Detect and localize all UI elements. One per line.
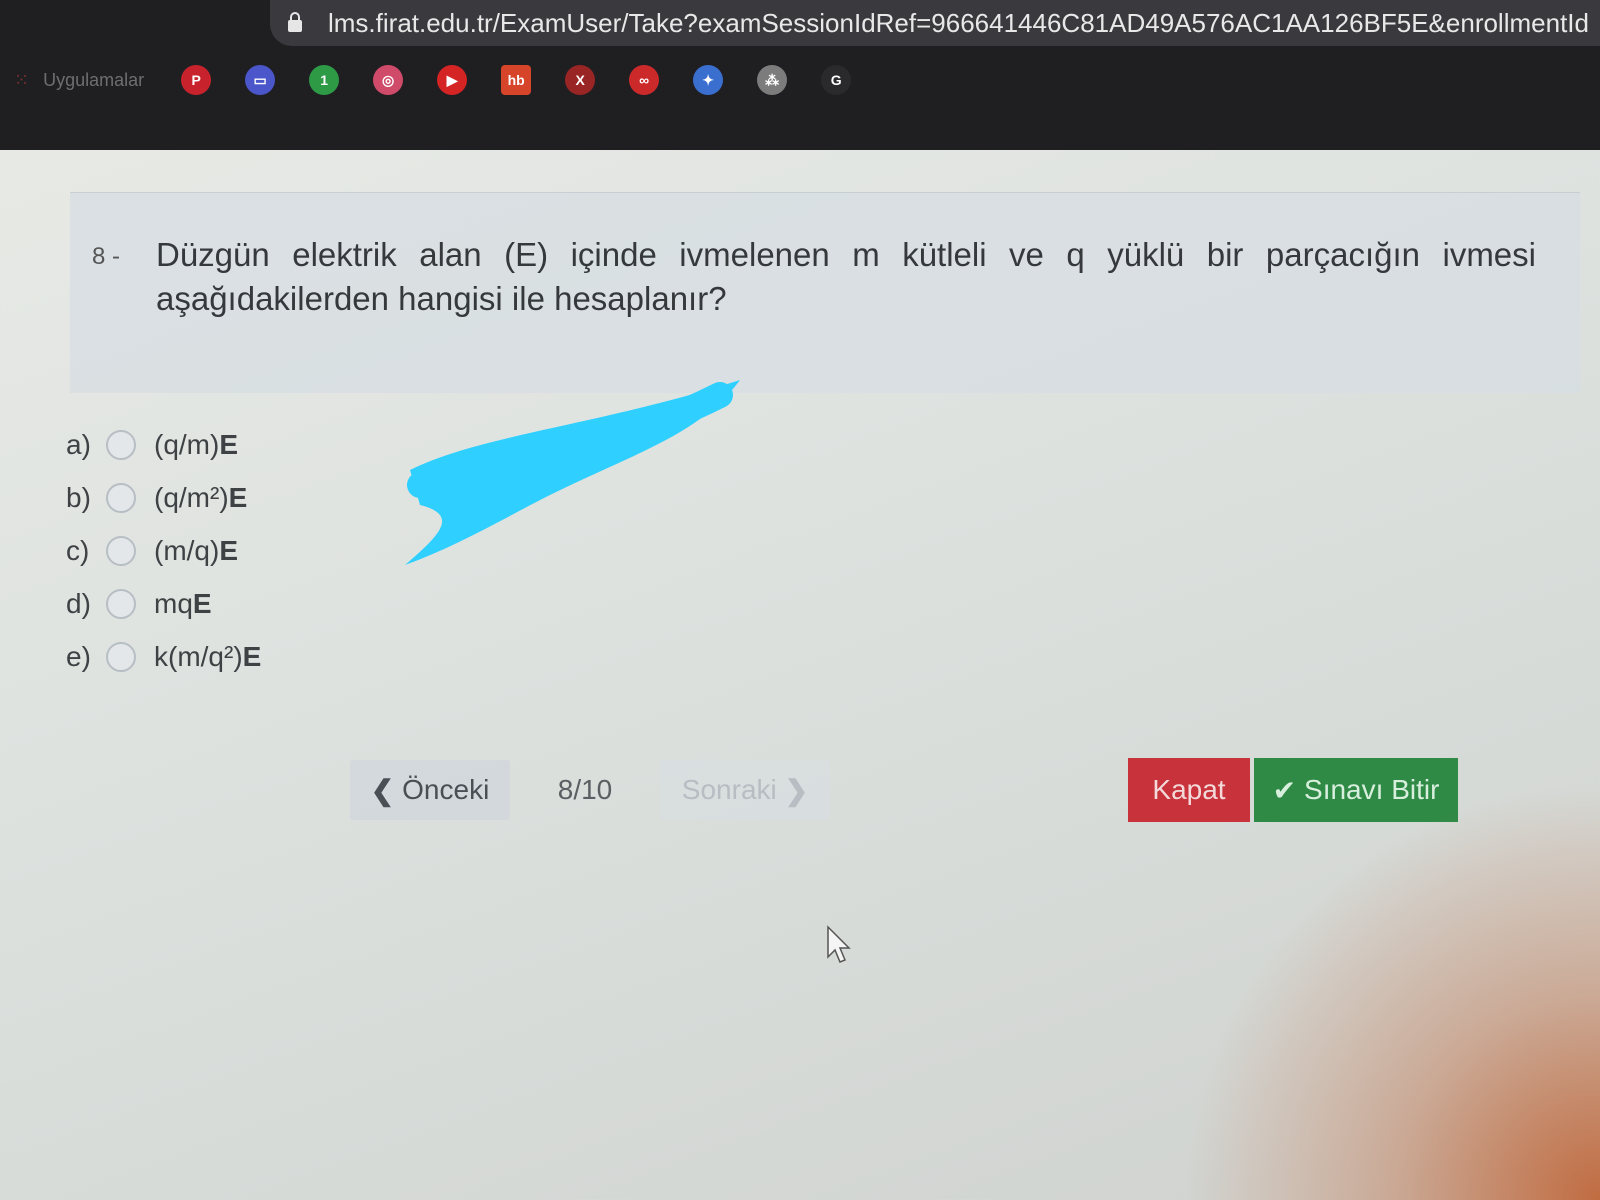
option-letter: e) <box>66 640 91 672</box>
radio-button[interactable] <box>106 641 136 672</box>
option-a[interactable]: a) (q/m)E <box>66 418 261 471</box>
pinterest-icon[interactable]: P <box>181 65 212 95</box>
option-b[interactable]: b) (q/m²)E <box>66 471 261 524</box>
browser-chrome: lms.firat.edu.tr/ExamUser/Take?examSessi… <box>0 0 1600 150</box>
option-formula: k(m/q²)E <box>154 640 262 672</box>
next-label: Sonraki <box>681 774 777 805</box>
option-formula: (m/q)E <box>154 534 239 566</box>
address-bar[interactable]: lms.firat.edu.tr/ExamUser/Take?examSessi… <box>270 0 1600 46</box>
radio-button[interactable] <box>106 588 136 619</box>
question-box: 8 - Düzgün elektrik alan (E) içinde ivme… <box>70 192 1580 393</box>
redaction-scribble <box>405 380 740 565</box>
message-icon[interactable]: ▭ <box>245 65 276 95</box>
previous-button[interactable]: ❮ Önceki <box>350 760 510 820</box>
bookmark-icon[interactable]: ⁂ <box>757 65 788 95</box>
lock-icon <box>288 12 302 32</box>
google-icon[interactable]: G <box>821 65 852 95</box>
chevron-left-icon: ❮ <box>370 774 395 806</box>
cleartrip-icon[interactable]: ∞ <box>629 65 660 95</box>
apps-label[interactable]: Uygulamalar <box>43 70 144 91</box>
option-formula: mqE <box>154 587 212 619</box>
youtube-icon[interactable]: ▶ <box>437 65 468 95</box>
bookmarks-bar: ⁙ Uygulamalar P ▭ 1 ◎ ▶ hb X ∞ ✦ ⁂ G <box>0 52 1600 108</box>
twitter-icon[interactable]: ✦ <box>693 65 724 95</box>
mouse-cursor-icon <box>827 925 851 963</box>
option-c[interactable]: c) (m/q)E <box>66 524 261 577</box>
option-formula: (q/m²)E <box>154 481 248 513</box>
question-navigation: ❮ Önceki 8/10 Sonraki ❯ <box>350 760 830 820</box>
option-letter: b) <box>66 481 91 513</box>
option-letter: d) <box>66 587 91 619</box>
radio-button[interactable] <box>106 482 136 513</box>
photo-glare <box>1180 780 1600 1200</box>
next-button[interactable]: Sonraki ❯ <box>660 760 830 820</box>
whatsapp-icon[interactable]: 1 <box>309 65 340 95</box>
instagram-icon[interactable]: ◎ <box>373 65 404 95</box>
answer-options: a) (q/m)E b) (q/m²)E c) (m/q)E d) mqE e)… <box>66 418 261 683</box>
hepsiburada-icon[interactable]: hb <box>501 65 532 95</box>
radio-button[interactable] <box>106 535 136 566</box>
option-letter: c) <box>66 534 90 566</box>
previous-label: Önceki <box>402 774 490 805</box>
question-text: Düzgün elektrik alan (E) içinde ivmelene… <box>156 236 1536 317</box>
option-letter: a) <box>66 428 91 460</box>
question-number: 8 - <box>92 243 121 270</box>
url-text[interactable]: lms.firat.edu.tr/ExamUser/Take?examSessi… <box>328 8 1589 39</box>
option-d[interactable]: d) mqE <box>66 577 261 630</box>
option-e[interactable]: e) k(m/q²)E <box>66 630 261 683</box>
apps-grid-icon[interactable]: ⁙ <box>14 70 29 91</box>
chevron-right-icon: ❯ <box>784 774 809 806</box>
x-icon[interactable]: X <box>565 65 596 95</box>
page-indicator: 8/10 <box>557 774 613 805</box>
radio-button[interactable] <box>106 429 136 460</box>
option-formula: (q/m)E <box>154 428 239 460</box>
